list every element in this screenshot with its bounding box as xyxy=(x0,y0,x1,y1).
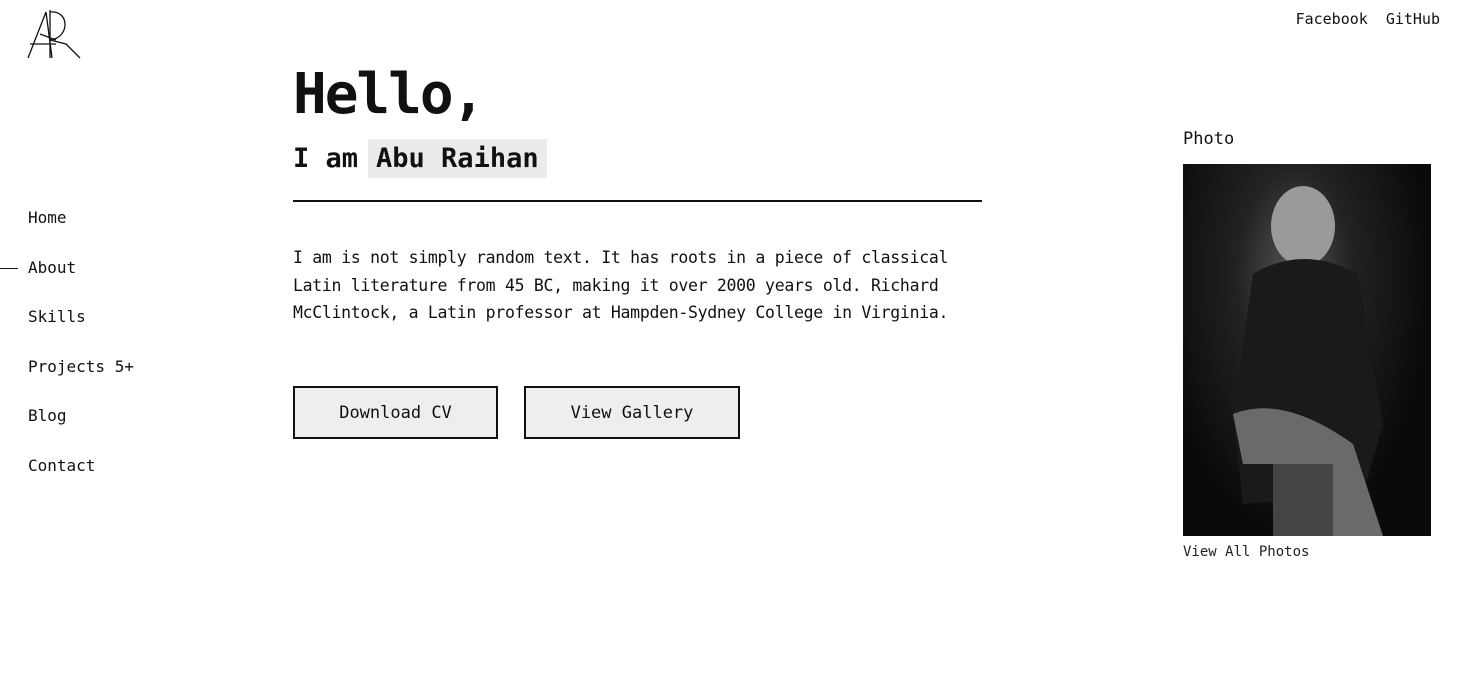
profile-photo[interactable] xyxy=(1183,164,1431,536)
photo-label: Photo xyxy=(1183,129,1235,149)
nav-item-home[interactable]: Home xyxy=(28,208,134,258)
download-cv-button[interactable]: Download CV xyxy=(293,386,498,439)
nav-item-projects[interactable]: Projects 5+ xyxy=(28,357,134,407)
github-link[interactable]: GitHub xyxy=(1386,10,1440,28)
intro-line: I am Abu Raihan xyxy=(293,139,547,178)
facebook-link[interactable]: Facebook xyxy=(1296,10,1368,28)
nav-item-blog[interactable]: Blog xyxy=(28,406,134,456)
logo[interactable] xyxy=(26,8,82,60)
greeting-heading: Hello, xyxy=(293,62,485,127)
nav-item-about[interactable]: About xyxy=(0,258,134,308)
view-gallery-button[interactable]: View Gallery xyxy=(524,386,740,439)
nav-item-contact[interactable]: Contact xyxy=(28,456,134,506)
person-silhouette-icon xyxy=(1233,186,1383,536)
side-nav: Home About Skills Projects 5+ Blog Conta… xyxy=(0,208,134,506)
nav-item-skills[interactable]: Skills xyxy=(28,307,134,357)
bio-text: I am is not simply random text. It has r… xyxy=(293,248,949,323)
divider xyxy=(293,200,982,202)
intro-text: I am xyxy=(293,143,359,174)
social-links: Facebook GitHub xyxy=(1296,10,1440,28)
view-all-photos-link[interactable]: View All Photos xyxy=(1183,544,1309,560)
name-highlight: Abu Raihan xyxy=(368,139,547,178)
